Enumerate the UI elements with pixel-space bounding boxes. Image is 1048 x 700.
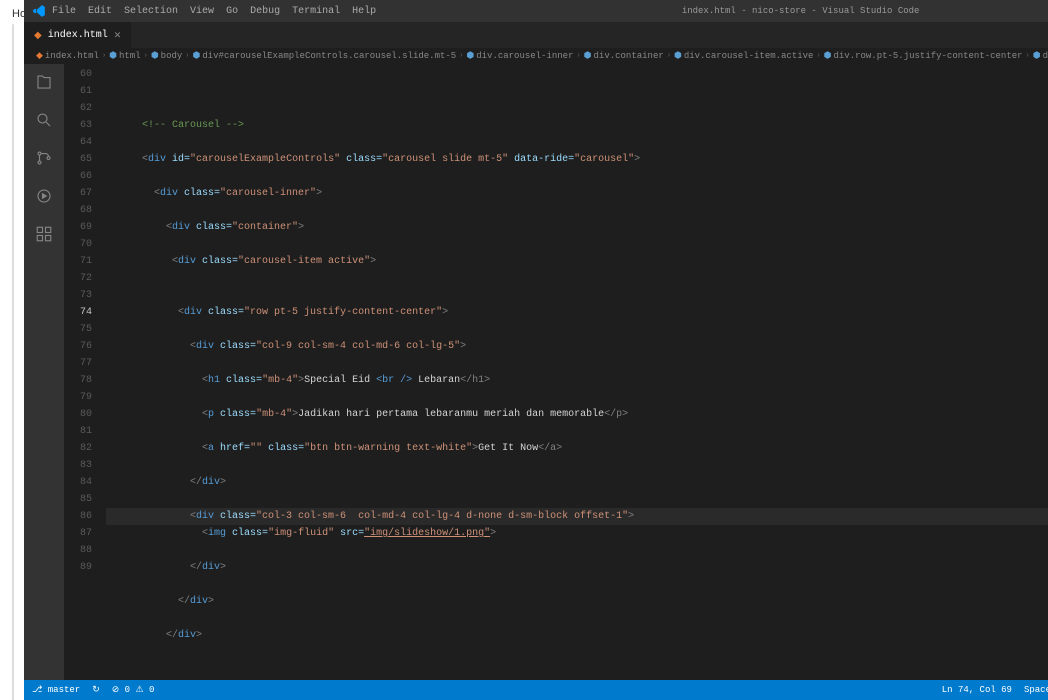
status-bar: ⎇ master ↻ ⊘ 0 ⚠ 0 Ln 74, Col 69 Spaces:… (24, 680, 1048, 700)
activity-bar (24, 64, 64, 680)
menu-bar: File Edit Selection View Go Debug Termin… (52, 6, 376, 17)
menu-go[interactable]: Go (226, 6, 238, 17)
html-file-icon: ◆ (34, 30, 42, 42)
line-numbers: 6061626364656667686970717273747576777879… (64, 64, 106, 680)
menu-debug[interactable]: Debug (250, 6, 280, 17)
designers-section: Our Designers Pakaian terbaik dari desig… (13, 450, 14, 644)
breadcrumb[interactable]: ◆ index.html› ⬢ html› ⬢ body› ⬢ div#caro… (24, 48, 1048, 64)
window-title: index.html - nico-store - Visual Studio … (376, 6, 1048, 16)
editor-tabs: ◆ index.html ✕ ⫟ ⋯ (24, 22, 1048, 48)
hero-section: Home CATEGORY DESIGNER ABOUT 🛒 My Cart [… (13, 25, 14, 209)
website-preview: Home CATEGORY DESIGNER ABOUT 🛒 My Cart [… (12, 24, 14, 700)
code-editor[interactable]: 6061626364656667686970717273747576777879… (64, 64, 1048, 680)
explorer-icon[interactable] (34, 72, 54, 92)
menu-terminal[interactable]: Terminal (292, 6, 340, 17)
problems[interactable]: ⊘ 0 ⚠ 0 (112, 685, 155, 695)
menu-file[interactable]: File (52, 6, 76, 17)
brands-row: UNIQLO PULL&BEAR ※CHANEL ✓ (13, 209, 14, 273)
sync-icon[interactable]: ↻ (92, 685, 100, 695)
vscode-logo-icon (32, 4, 46, 18)
git-branch[interactable]: ⎇ master (32, 685, 80, 695)
tab-index-html[interactable]: ◆ index.html ✕ (24, 22, 131, 48)
menu-view[interactable]: View (190, 6, 214, 17)
extensions-icon[interactable] (34, 224, 54, 244)
page-big-title: Nico Store - BuildWithAngga (13, 644, 14, 700)
cursor-position[interactable]: Ln 74, Col 69 (942, 685, 1012, 695)
menu-help[interactable]: Help (352, 6, 376, 17)
debug-icon[interactable] (34, 186, 54, 206)
menu-selection[interactable]: Selection (124, 6, 178, 17)
source-control-icon[interactable] (34, 148, 54, 168)
tab-close-icon[interactable]: ✕ (114, 31, 122, 41)
titlebar: File Edit Selection View Go Debug Termin… (24, 0, 1048, 22)
code-content[interactable]: <!-- Carousel --> <div id="carouselExamp… (106, 64, 1048, 680)
spesial-eid-section: Spesial Eid Promo pakaian cocok untuk le… (13, 273, 14, 450)
vscode-window: File Edit Selection View Go Debug Termin… (24, 0, 1048, 700)
search-icon[interactable] (34, 110, 54, 130)
indentation[interactable]: Spaces: 4 (1024, 685, 1048, 695)
browser-preview-panel: Homepage Home CATEGORY DESIGNER ABOUT 🛒 … (0, 0, 24, 700)
menu-edit[interactable]: Edit (88, 6, 112, 17)
